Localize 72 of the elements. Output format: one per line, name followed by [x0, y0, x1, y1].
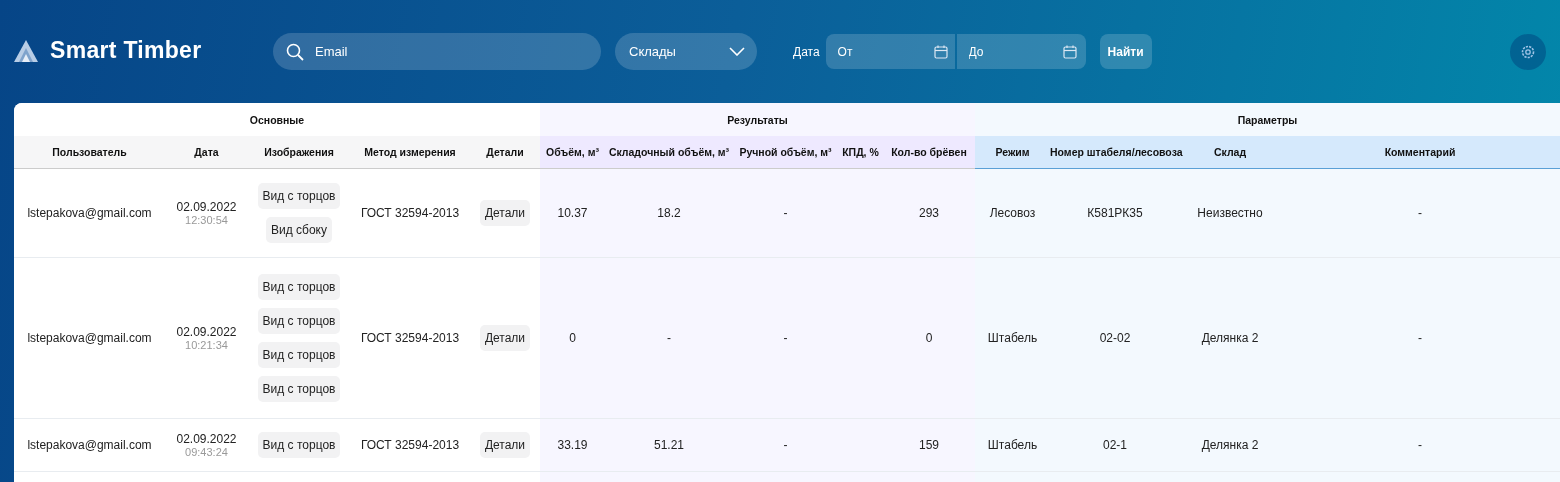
column-header[interactable]: Режим: [975, 136, 1050, 169]
time-text: 09:43:24: [184, 446, 229, 458]
table-cell: -: [733, 257, 838, 419]
table-cell: 18.2: [605, 168, 733, 258]
table-cell: 10.37: [540, 168, 605, 258]
column-header[interactable]: Пользователь: [14, 136, 165, 169]
search-icon: [286, 42, 304, 61]
warehouse-dropdown[interactable]: Склады: [615, 33, 757, 70]
column-header[interactable]: Кол-во брёвен: [883, 136, 975, 169]
app-logo: Smart Timber: [50, 37, 202, 64]
column-header[interactable]: Объём, м³: [540, 136, 605, 169]
calendar-icon: [933, 44, 948, 59]
table-cell: lstepakova@gmail.com: [14, 418, 165, 472]
image-view-button[interactable]: Вид с торцов: [257, 342, 341, 368]
column-group-header: Результаты: [540, 103, 975, 136]
table-cell: lstepakova@gmail.com: [14, 168, 165, 258]
image-view-button[interactable]: Вид с торцов: [257, 376, 341, 402]
column-header[interactable]: КПД, %: [838, 136, 883, 169]
column-group-header: Параметры: [975, 103, 1560, 136]
chevron-down-icon: [729, 47, 745, 56]
table-cell: Штабель: [975, 418, 1050, 472]
settings-button[interactable]: [1510, 33, 1546, 70]
column-header[interactable]: Складочный объём, м³: [605, 136, 733, 169]
table-cell: -: [733, 418, 838, 472]
table-cell: 02-1: [1050, 418, 1180, 472]
table-cell: -: [1280, 257, 1560, 419]
date-text: 02.09.2022: [175, 432, 238, 446]
table-cell: Неизвестно: [1180, 168, 1280, 258]
image-view-button[interactable]: Вид с торцов: [257, 274, 341, 300]
column-header[interactable]: Метод измерения: [350, 136, 470, 169]
image-view-button[interactable]: Вид с торцов: [257, 432, 341, 458]
table-cell: 33.19: [540, 418, 605, 472]
table-cell: Лесовоз: [975, 168, 1050, 258]
logo-icon: [14, 39, 38, 62]
date-text: 02.09.2022: [175, 200, 238, 214]
column-header[interactable]: Дата: [165, 136, 248, 169]
column-header[interactable]: Детали: [470, 136, 540, 169]
column-header[interactable]: Ручной объём, м³: [733, 136, 838, 169]
date-label: Дата: [793, 44, 820, 59]
calendar-icon: [1062, 44, 1077, 59]
time-text: 12:30:54: [184, 214, 229, 226]
details-button[interactable]: Детали: [479, 325, 531, 351]
date-text: 02.09.2022: [175, 325, 238, 339]
column-header[interactable]: Изображения: [248, 136, 350, 169]
table-cell: -: [1280, 418, 1560, 472]
column-group-header: Основные: [14, 103, 540, 136]
table-cell: ГОСТ 32594-2013: [350, 257, 470, 419]
table-cell: Делянка 2: [1180, 418, 1280, 472]
table-cell: -: [605, 257, 733, 419]
find-button[interactable]: Найти: [1099, 34, 1152, 69]
table-cell: -: [1280, 168, 1560, 258]
table-cell: ГОСТ 32594-2013: [350, 418, 470, 472]
table-cell: -: [733, 168, 838, 258]
table-cell: Делянка 2: [1180, 257, 1280, 419]
column-header[interactable]: Комментарий: [1280, 136, 1560, 169]
table-cell: 159: [883, 418, 975, 472]
settings-icon: [1520, 43, 1536, 60]
table-cell: 0: [540, 257, 605, 419]
table-cell: 0: [883, 257, 975, 419]
details-button[interactable]: Детали: [479, 432, 531, 458]
table-cell: lstepakova@gmail.com: [14, 257, 165, 419]
image-view-button[interactable]: Вид сбоку: [266, 217, 332, 243]
table-cell: К581РК35: [1050, 168, 1180, 258]
details-button[interactable]: Детали: [479, 200, 531, 226]
table-cell: 293: [883, 168, 975, 258]
time-text: 10:21:34: [184, 339, 229, 351]
table-cell: 51.21: [605, 418, 733, 472]
table-cell: ГОСТ 32594-2013: [350, 168, 470, 258]
table-cell: Штабель: [975, 257, 1050, 419]
image-view-button[interactable]: Вид с торцов: [257, 183, 341, 209]
image-view-button[interactable]: Вид с торцов: [257, 308, 341, 334]
table-cell: 02-02: [1050, 257, 1180, 419]
